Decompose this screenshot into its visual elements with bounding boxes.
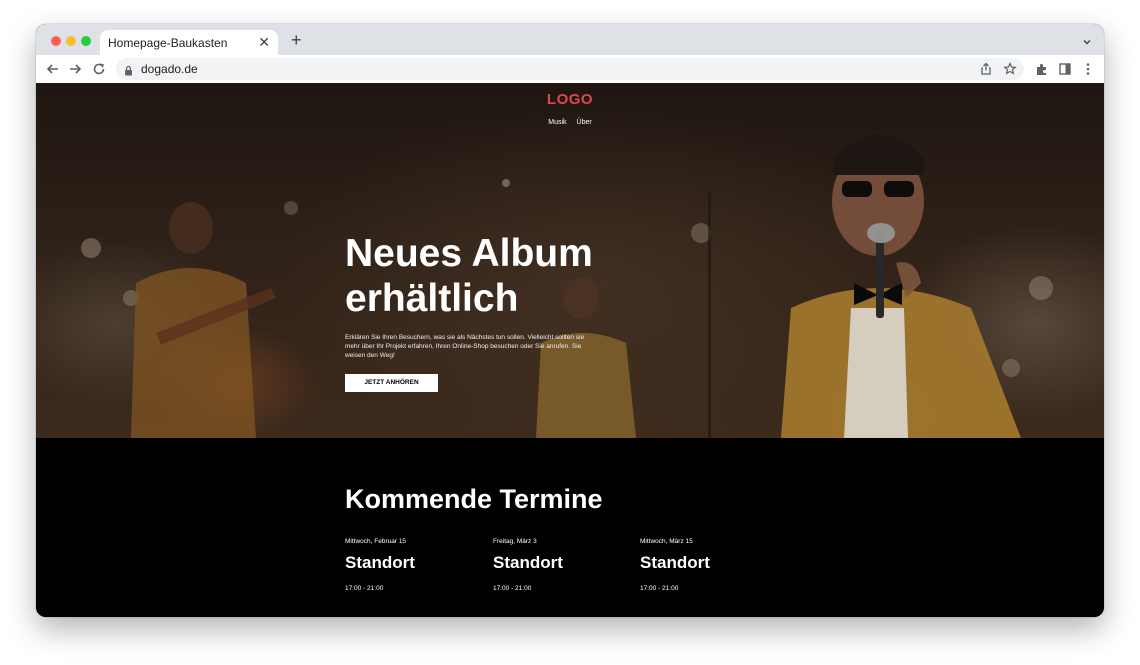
event-location: Standort [640,553,710,572]
url-text: dogado.de [141,62,198,76]
address-bar[interactable]: dogado.de [116,58,1024,80]
nav-item-musik[interactable]: Musik [548,119,566,126]
event-date: Freitag, März 3 [493,538,537,545]
share-icon[interactable] [978,61,994,77]
events-section: Kommende Termine Mittwoch, Februar 15 St… [36,438,1104,617]
tab-title: Homepage-Baukasten [108,36,228,50]
event-time: 17:00 - 21:00 [345,585,384,592]
close-window-button[interactable] [51,36,61,46]
extensions-icon[interactable] [1034,61,1050,77]
browser-window: Homepage-Baukasten ✕ + dogado.de LOGO Mu… [36,24,1104,617]
site-nav: Musik Über [36,119,1104,126]
browser-toolbar: dogado.de [36,55,1104,84]
event-location: Standort [493,553,563,572]
menu-kebab-icon[interactable] [1080,61,1096,77]
event-time: 17:00 - 21:00 [640,585,679,592]
listen-now-button[interactable]: JETZT ANHÖREN [345,374,438,392]
hero-title: Neues Album erhältlich [345,232,593,320]
lock-icon [124,63,133,81]
forward-icon[interactable] [67,61,83,77]
hero-description: Erklären Sie Ihren Besuchern, was sie al… [345,334,585,359]
side-panel-icon[interactable] [1057,61,1073,77]
reload-icon[interactable] [91,61,107,77]
back-icon[interactable] [45,61,61,77]
hero-section: LOGO Musik Über Neues Album erhältlich E… [36,83,1104,438]
plus-icon[interactable]: + [291,30,302,50]
close-icon[interactable]: ✕ [258,34,270,50]
nav-item-ueber[interactable]: Über [577,119,592,126]
event-date: Mittwoch, März 15 [640,538,693,545]
event-location: Standort [345,553,415,572]
tab-strip: Homepage-Baukasten ✕ + [36,24,1104,55]
event-time: 17:00 - 21:00 [493,585,532,592]
chevron-down-icon[interactable] [1082,34,1092,52]
minimize-window-button[interactable] [66,36,76,46]
site-logo[interactable]: LOGO [36,91,1104,108]
active-tab[interactable]: Homepage-Baukasten ✕ [100,30,278,55]
bookmark-star-icon[interactable] [1002,61,1018,77]
event-date: Mittwoch, Februar 15 [345,538,407,545]
maximize-window-button[interactable] [81,36,91,46]
events-title: Kommende Termine [345,484,603,514]
